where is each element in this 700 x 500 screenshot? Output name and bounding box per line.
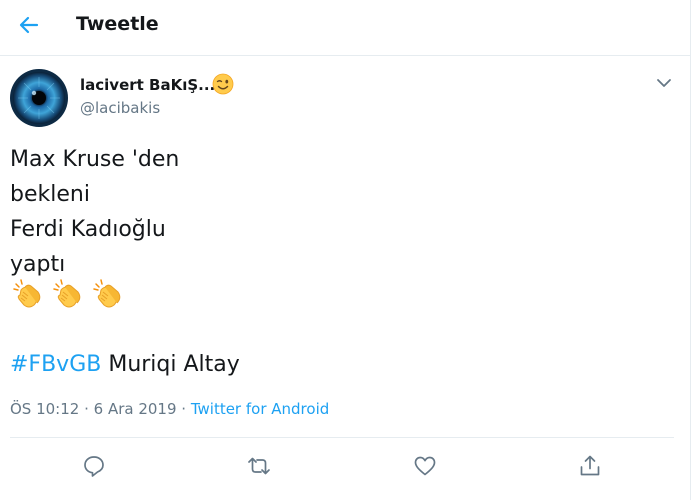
tweet-hashtag-line: #FBvGB Muriqi Altay xyxy=(10,347,240,382)
avatar[interactable] xyxy=(10,69,68,127)
separator: · xyxy=(176,400,191,418)
share-button[interactable] xyxy=(577,453,603,479)
clapping-hands-icon xyxy=(93,279,121,308)
divider xyxy=(0,55,690,56)
like-button[interactable] xyxy=(412,453,438,479)
clapping-hands-icon xyxy=(13,279,41,308)
tweet-line: yaptı xyxy=(10,252,66,277)
tweet-meta: ÖS 10:12 · 6 Ara 2019 · Twitter for Andr… xyxy=(10,400,329,418)
retweet-icon xyxy=(248,457,270,475)
page-title: Tweetle xyxy=(76,13,159,35)
hashtag-link[interactable]: #FBvGB xyxy=(10,352,101,377)
separator: · xyxy=(79,400,94,418)
divider xyxy=(10,437,674,438)
emoji-row xyxy=(12,278,127,312)
author-handle[interactable]: @lacibakis xyxy=(80,99,160,117)
back-button[interactable] xyxy=(14,10,44,40)
retweet-button[interactable] xyxy=(246,453,272,479)
column-border xyxy=(690,0,691,500)
share-icon xyxy=(580,455,600,476)
tweet-body: Max Kruse 'den bekleni Ferdi Kadıoğlu ya… xyxy=(10,142,670,282)
tweet-date[interactable]: 6 Ara 2019 xyxy=(94,400,177,418)
tweet-time[interactable]: ÖS 10:12 xyxy=(10,400,79,418)
clapping-hands-icon xyxy=(53,279,81,308)
source-link[interactable]: Twitter for Android xyxy=(191,400,329,418)
chevron-down-icon xyxy=(657,79,671,87)
blue-eye-avatar xyxy=(10,69,68,127)
tweet-line: bekleni xyxy=(10,182,90,207)
winking-face-icon xyxy=(212,73,234,95)
more-options-button[interactable] xyxy=(655,75,673,89)
tweet-text-after-hashtag: Muriqi Altay xyxy=(101,352,240,377)
header: Tweetle xyxy=(0,0,690,52)
tweet-line: Ferdi Kadıoğlu xyxy=(10,217,166,242)
comment-icon xyxy=(84,456,104,477)
author-display-name[interactable]: lacivert BaKıŞ... xyxy=(80,76,215,94)
heart-icon xyxy=(414,456,436,476)
reply-button[interactable] xyxy=(81,453,107,479)
arrow-left-icon xyxy=(19,16,39,34)
tweet-line: Max Kruse 'den xyxy=(10,147,180,172)
